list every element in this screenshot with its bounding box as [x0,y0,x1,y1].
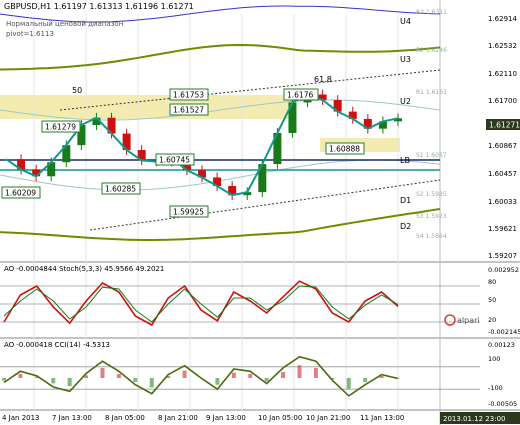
cci-bar-22 [363,378,368,383]
cci-bar-0 [2,378,6,381]
svg-text:9 Jan 13:00: 9 Jan 13:00 [206,414,246,422]
stoch-panel-title: AO -0.0004844 Stoch(5,3,3) 45.9566 49.20… [4,265,164,273]
svg-text:1.60457: 1.60457 [488,170,517,178]
pivot-label: pivot=1.6113 [6,30,54,38]
pivot-level-s4: S4 1.5864 [416,233,447,240]
svg-text:1.62914: 1.62914 [488,15,517,23]
symbol-header: GBPUSD,H1 1.61197 1.61313 1.61196 1.6127… [4,2,194,11]
svg-text:80: 80 [488,278,496,286]
cci-bar-6 [100,367,105,378]
fib-label-61-8: 61.8 [314,75,332,84]
fib-label-50: 50 [72,86,82,95]
svg-text:1.59925: 1.59925 [173,208,204,217]
svg-text:1.60888: 1.60888 [329,145,360,154]
svg-text:8 Jan 05:00: 8 Jan 05:00 [105,414,145,422]
pivot-level-r1: R1 1.6161 [416,89,447,96]
cci-bar-19 [313,367,318,378]
svg-text:0.002952: 0.002952 [488,266,519,274]
zone-label-u3: U3 [400,55,411,64]
price-label-1-60209: 1.60209 [1,186,41,199]
cci-bar-1 [18,373,23,378]
svg-text:-0.002145: -0.002145 [488,328,520,336]
svg-text:8 Jan 21:00: 8 Jan 21:00 [158,414,198,422]
price-label-1-60745: 1.60745 [155,153,195,166]
svg-text:1.59207: 1.59207 [488,252,517,260]
pivot-level-s1: S1 1.6057 [416,152,447,159]
svg-text:50: 50 [488,296,496,304]
svg-text:1.6176: 1.6176 [287,91,313,100]
pivot-level-s3: S3 1.5923 [416,213,447,220]
cci-bar-16 [264,378,269,382]
svg-text:100: 100 [488,355,500,363]
svg-text:4 Jan 2013: 4 Jan 2013 [2,414,40,422]
cci-bar-7 [116,373,121,378]
cci-bar-17 [281,371,286,378]
pivot-level-r2: R2 1.6246 [416,47,447,54]
price-label-1-59925: 1.59925 [169,205,209,218]
cci-panel-title: AO -0.000418 CCI(14) -4.5313 [4,341,110,349]
price-label-1-61279: 1.61279 [41,120,81,133]
svg-text:10 Jan 05:00: 10 Jan 05:00 [258,414,302,422]
cci-bar-13 [215,378,220,385]
cci-bar-3 [51,378,56,384]
cci-bar-11 [182,370,187,378]
zone-label-u2: U2 [400,97,411,106]
svg-text:1.59621: 1.59621 [488,225,517,233]
svg-text:1.61700: 1.61700 [488,97,517,105]
current-price-marker: 1.61271 [486,119,520,130]
price-label-1-60285: 1.60285 [101,182,141,195]
cci-bar-21 [346,378,351,389]
price-label-1-61753: 1.61753 [169,88,209,101]
svg-text:20: 20 [488,316,496,324]
cci-bar-9 [149,378,154,388]
svg-text:1.60209: 1.60209 [5,189,36,198]
zone-label-lb: LB [400,156,410,165]
pivot-level-s2: S2 1.5985 [416,191,447,198]
svg-text:7 Jan 13:00: 7 Jan 13:00 [52,414,92,422]
svg-text:-0.00505: -0.00505 [488,400,517,408]
cci-bar-15 [248,373,253,378]
zone-label-d1: D1 [400,196,411,205]
price-label-1-61527: 1.61527 [169,103,209,116]
svg-text:1.60033: 1.60033 [488,198,517,206]
svg-text:alpari: alpari [457,316,480,325]
svg-text:1.60745: 1.60745 [159,156,190,165]
svg-text:1.62110: 1.62110 [488,70,517,78]
svg-text:1.60285: 1.60285 [105,185,136,194]
indicator-name: Нормальный ценовой диапазон [6,20,123,28]
cci-bar-8 [133,378,138,383]
svg-text:1.60867: 1.60867 [488,142,517,150]
zone-label-u4: U4 [400,17,411,26]
svg-text:10 Jan 21:00: 10 Jan 21:00 [306,414,350,422]
chart-canvas[interactable]: GBPUSD,H1 1.61197 1.61313 1.61196 1.6127… [0,0,520,425]
svg-text:1.61753: 1.61753 [173,91,204,100]
svg-text:1.62532: 1.62532 [488,42,517,50]
svg-text:0.00123: 0.00123 [488,341,515,349]
zone-label-d2: D2 [400,222,411,231]
price-label-1-6176: 1.6176 [283,88,319,101]
svg-text:2013.01.12 23:00: 2013.01.12 23:00 [443,415,505,423]
cci-bar-14 [231,372,236,378]
chart-window[interactable]: GBPUSD,H1 1.61197 1.61313 1.61196 1.6127… [0,0,520,425]
cci-bar-4 [67,378,72,387]
price-label-1-60888: 1.60888 [325,142,365,155]
pivot-level-r3: R3 1.6311 [416,9,447,16]
cci-bar-18 [297,365,302,378]
svg-text:1.61279: 1.61279 [45,123,76,132]
svg-text:11 Jan 13:00: 11 Jan 13:00 [360,414,404,422]
svg-text:1.61271: 1.61271 [489,121,520,130]
time-axis-end-label: 2013.01.12 23:00 [440,412,520,424]
svg-text:-100: -100 [488,384,503,392]
svg-text:1.61527: 1.61527 [173,106,204,115]
